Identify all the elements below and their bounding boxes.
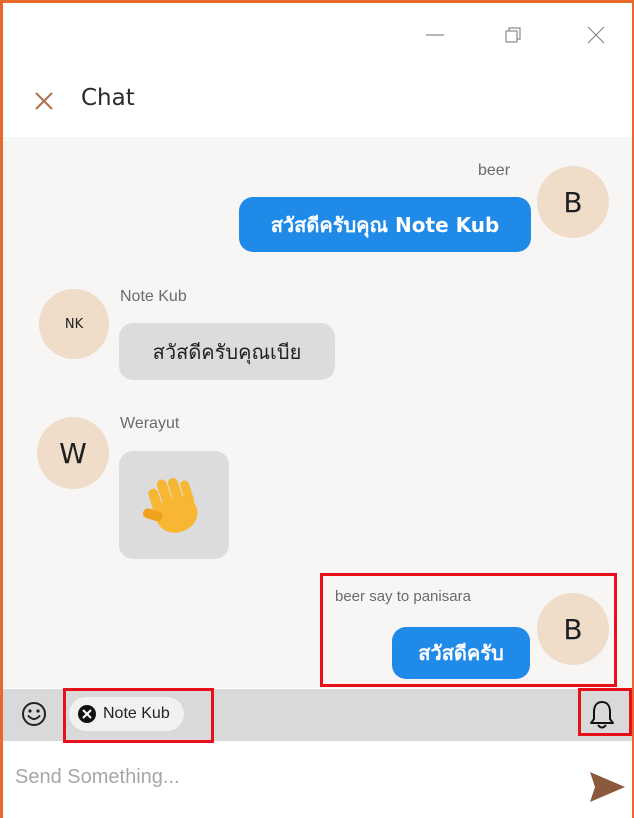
waving-hand-icon [142, 478, 198, 533]
send-icon [590, 772, 625, 802]
emoji-button[interactable] [21, 701, 47, 727]
avatar: B [537, 166, 609, 238]
minimize-button[interactable] [415, 17, 455, 53]
minimize-icon [426, 34, 444, 36]
chat-header: Chat [3, 63, 632, 139]
title-bar [3, 3, 632, 63]
remove-recipient-icon[interactable] [77, 704, 97, 724]
message-bubble: สวัสดีครับ [392, 627, 530, 679]
sender-name: beer [478, 162, 511, 179]
message-input[interactable] [15, 757, 555, 797]
recipient-chip[interactable]: Note Kub [69, 697, 184, 731]
close-icon [587, 26, 605, 44]
avatar: W [37, 417, 109, 489]
sticker-message [119, 451, 229, 559]
send-button[interactable] [587, 767, 627, 807]
sender-name: beer say to panisara [335, 588, 471, 605]
restore-button[interactable] [493, 17, 533, 53]
message-bubble: สวัสดีครับคุณ Note Kub [239, 197, 531, 252]
avatar: NK [39, 289, 109, 359]
chat-close-button[interactable] [31, 88, 57, 114]
message-list: beer B สวัสดีครับคุณ Note Kub NK Note Ku… [3, 140, 632, 688]
close-icon [35, 92, 53, 110]
smiley-icon [22, 702, 46, 726]
avatar: B [537, 593, 609, 665]
composer [3, 743, 632, 818]
bell-icon [590, 701, 614, 729]
window-close-button[interactable] [576, 17, 616, 53]
sender-name: Note Kub [120, 288, 187, 305]
sender-name: Werayut [120, 415, 180, 432]
restore-icon [505, 27, 521, 43]
recipient-chip-label: Note Kub [103, 705, 170, 722]
chat-title: Chat [81, 85, 135, 111]
recipient-bar: Note Kub [3, 688, 632, 743]
chat-window: Chat beer B สวัสดีครับคุณ Note Kub NK No… [0, 0, 634, 818]
notification-button[interactable] [587, 699, 617, 731]
message-bubble: สวัสดีครับคุณเบีย [119, 323, 335, 380]
